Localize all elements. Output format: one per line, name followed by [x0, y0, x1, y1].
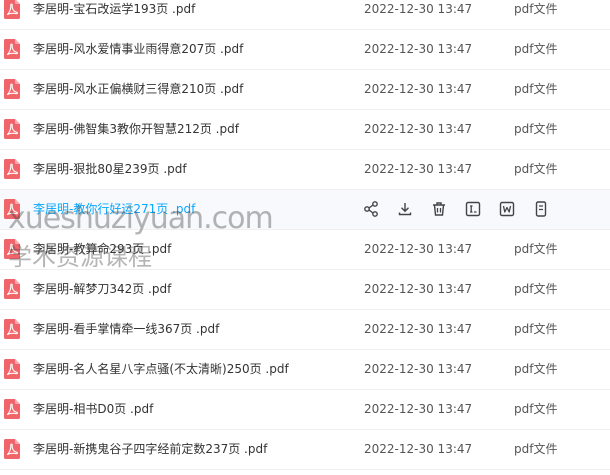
pdf-file-icon — [4, 399, 20, 419]
pdf-file-icon — [4, 279, 20, 299]
modified-date: 2022-12-30 13:47 — [364, 242, 473, 256]
file-type: pdf文件 — [514, 2, 558, 16]
file-name[interactable]: 李居明-相书D0页 .pdf — [33, 390, 153, 428]
pdf-file-icon — [4, 119, 20, 139]
file-type: pdf文件 — [514, 322, 558, 336]
file-type: pdf文件 — [514, 42, 558, 56]
file-type: pdf文件 — [514, 442, 558, 456]
pdf-file-icon — [4, 79, 20, 99]
modified-date: 2022-12-30 13:47 — [364, 162, 473, 176]
rename-icon[interactable] — [464, 200, 482, 218]
file-type: pdf文件 — [514, 362, 558, 376]
file-row[interactable]: 李居明-教你行好运271页 .pdf — [0, 190, 610, 230]
pdf-file-icon — [4, 439, 20, 459]
file-name[interactable]: 李居明-解梦刀342页 .pdf — [33, 270, 171, 308]
file-row[interactable]: 李居明-新携鬼谷子四字经前定数237页 .pdf 2022-12-30 13:47… — [0, 430, 610, 470]
modified-date: 2022-12-30 13:47 — [364, 402, 473, 416]
file-type: pdf文件 — [514, 242, 558, 256]
modified-date: 2022-12-30 13:47 — [364, 42, 473, 56]
modified-date: 2022-12-30 13:47 — [364, 122, 473, 136]
file-name[interactable]: 李居明-风水爱情事业雨得意207页 .pdf — [33, 30, 243, 68]
file-name[interactable]: 李居明-名人名星八字点骚(不太清晰)250页 .pdf — [33, 350, 289, 388]
share-icon[interactable] — [362, 200, 380, 218]
file-name[interactable]: 李居明-佛智集3教你开智慧212页 .pdf — [33, 110, 239, 148]
modified-date: 2022-12-30 13:47 — [364, 322, 473, 336]
modified-date: 2022-12-30 13:47 — [364, 82, 473, 96]
more-icon[interactable] — [532, 200, 550, 218]
delete-icon[interactable] — [430, 200, 448, 218]
file-row[interactable]: 李居明-名人名星八字点骚(不太清晰)250页 .pdf 2022-12-30 13… — [0, 350, 610, 390]
file-row[interactable]: 李居明-佛智集3教你开智慧212页 .pdf 2022-12-30 13:47 pd… — [0, 110, 610, 150]
pdf-file-icon — [4, 199, 20, 219]
modified-date: 2022-12-30 13:47 — [364, 2, 473, 16]
file-row[interactable]: 李居明-宝石改运学193页 .pdf 2022-12-30 13:47 pdf文件 — [0, 0, 610, 30]
convert-to-word-icon[interactable] — [498, 200, 516, 218]
file-type: pdf文件 — [514, 402, 558, 416]
file-row[interactable]: 李居明-风水爱情事业雨得意207页 .pdf 2022-12-30 13:47 pd… — [0, 30, 610, 70]
download-icon[interactable] — [396, 200, 414, 218]
pdf-file-icon — [4, 39, 20, 59]
pdf-file-icon — [4, 0, 20, 19]
file-name[interactable]: 李居明-宝石改运学193页 .pdf — [33, 0, 195, 28]
file-row[interactable]: 李居明-狠批80星239页 .pdf 2022-12-30 13:47 pdf文件 — [0, 150, 610, 190]
file-type: pdf文件 — [514, 122, 558, 136]
modified-date: 2022-12-30 13:47 — [364, 362, 473, 376]
file-row[interactable]: 李居明-解梦刀342页 .pdf 2022-12-30 13:47 pdf文件 — [0, 270, 610, 310]
file-row[interactable]: 李居明-教算命293页 .pdf 2022-12-30 13:47 pdf文件 — [0, 230, 610, 270]
file-name[interactable]: 李居明-教算命293页 .pdf — [33, 230, 171, 268]
file-row[interactable]: 李居明-看手掌情牵一线367页 .pdf 2022-12-30 13:47 pdf文… — [0, 310, 610, 350]
file-type: pdf文件 — [514, 162, 558, 176]
pdf-file-icon — [4, 239, 20, 259]
file-name[interactable]: 李居明-看手掌情牵一线367页 .pdf — [33, 310, 219, 348]
file-name[interactable]: 李居明-风水正偏横财三得意210页 .pdf — [33, 70, 243, 108]
file-row[interactable]: 李居明-相书D0页 .pdf 2022-12-30 13:47 pdf文件 — [0, 390, 610, 430]
file-row[interactable]: 李居明-风水正偏横财三得意210页 .pdf 2022-12-30 13:47 pd… — [0, 70, 610, 110]
pdf-file-icon — [4, 359, 20, 379]
file-name[interactable]: 李居明-新携鬼谷子四字经前定数237页 .pdf — [33, 430, 267, 468]
file-type: pdf文件 — [514, 282, 558, 296]
file-type: pdf文件 — [514, 82, 558, 96]
file-name[interactable]: 李居明-狠批80星239页 .pdf — [33, 150, 187, 188]
file-name[interactable]: 李居明-教你行好运271页 .pdf — [33, 190, 195, 228]
modified-date: 2022-12-30 13:47 — [364, 282, 473, 296]
pdf-file-icon — [4, 159, 20, 179]
modified-date: 2022-12-30 13:47 — [364, 442, 473, 456]
pdf-file-icon — [4, 319, 20, 339]
